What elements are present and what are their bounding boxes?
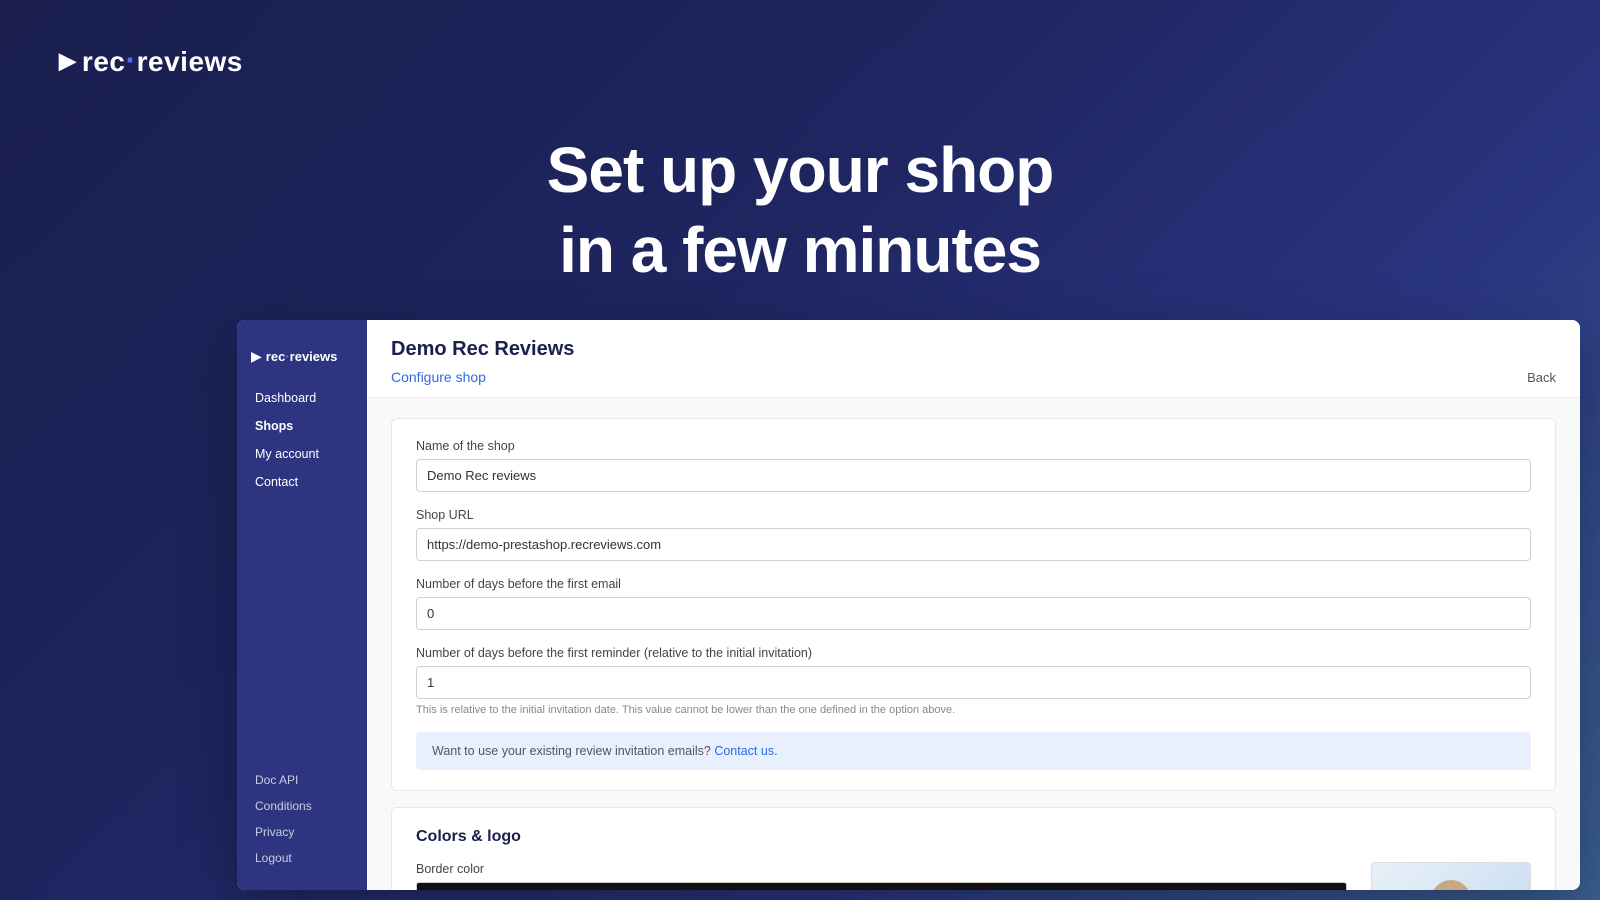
days-reminder-label: Number of days before the first reminder… [416, 646, 1531, 660]
name-input[interactable] [416, 459, 1531, 492]
info-banner: Want to use your existing review invitat… [416, 732, 1531, 770]
sidebar-item-dashboard[interactable]: Dashboard [251, 385, 353, 411]
hero-title: Set up your shop in a few minutes [0, 130, 1600, 290]
main-card: ▶ rec·reviews Dashboard Shops My account… [237, 320, 1580, 890]
border-color-swatch[interactable] [416, 882, 1347, 890]
form-area: Name of the shop Shop URL Number of days… [367, 398, 1580, 890]
sidebar-bottom-nav: Doc API Conditions Privacy Logout [237, 768, 367, 870]
days-first-email-input[interactable] [416, 597, 1531, 630]
shop-title: Demo Rec Reviews [391, 338, 1556, 361]
logo-text: rec·reviews [82, 44, 243, 78]
hero-heading: Set up your shop in a few minutes [0, 130, 1600, 290]
form-group-name: Name of the shop [416, 439, 1531, 492]
logo-dot: · [125, 42, 136, 78]
breadcrumb: Configure shop [391, 369, 486, 385]
sidebar-item-privacy[interactable]: Privacy [251, 820, 353, 844]
form-group-days-reminder: Number of days before the first reminder… [416, 646, 1531, 716]
main-content: Demo Rec Reviews Configure shop Back Nam… [367, 320, 1580, 890]
hero-line1: Set up your shop [547, 134, 1054, 206]
colors-section: Colors & logo Border color Logo URL [391, 807, 1556, 890]
logo-preview-box: 10.10.2023 - John D. [1371, 862, 1531, 890]
border-color-label: Border color [416, 862, 1347, 876]
days-reminder-hint: This is relative to the initial invitati… [416, 704, 1531, 716]
sidebar-logo: ▶ rec·reviews [237, 340, 367, 385]
name-label: Name of the shop [416, 439, 1531, 453]
sidebar-item-conditions[interactable]: Conditions [251, 794, 353, 818]
logo-play-icon: ▶ [59, 48, 76, 74]
sidebar-nav: Dashboard Shops My account Contact [237, 385, 367, 768]
sidebar-item-my-account[interactable]: My account [251, 441, 353, 467]
form-group-border-color: Border color [416, 862, 1347, 890]
colors-form: Border color Logo URL [416, 862, 1347, 890]
person-avatar [1411, 872, 1491, 890]
url-label: Shop URL [416, 508, 1531, 522]
banner-link[interactable]: Contact us. [714, 744, 777, 758]
sidebar-logo-play-icon: ▶ [251, 348, 262, 365]
sidebar-logo-rec: rec [266, 349, 286, 364]
colors-content: Border color Logo URL [416, 862, 1531, 890]
url-input[interactable] [416, 528, 1531, 561]
sidebar-logo-text: rec·reviews [266, 349, 338, 364]
form-section-main: Name of the shop Shop URL Number of days… [391, 418, 1556, 791]
sidebar-logo-reviews: reviews [290, 349, 338, 364]
top-logo: ▶ rec·reviews [59, 44, 243, 78]
content-header: Demo Rec Reviews Configure shop Back [367, 320, 1580, 398]
breadcrumb-row: Configure shop Back [391, 369, 1556, 397]
form-group-url: Shop URL [416, 508, 1531, 561]
colors-title: Colors & logo [416, 828, 1531, 846]
form-group-days-first-email: Number of days before the first email [416, 577, 1531, 630]
hero-line2: in a few minutes [559, 214, 1041, 286]
back-button[interactable]: Back [1527, 370, 1556, 385]
sidebar-item-contact[interactable]: Contact [251, 469, 353, 495]
sidebar-item-logout[interactable]: Logout [251, 846, 353, 870]
sidebar-item-shops[interactable]: Shops [251, 413, 353, 439]
sidebar-item-doc-api[interactable]: Doc API [251, 768, 353, 792]
logo-reviews: reviews [137, 46, 243, 77]
avatar-head [1431, 880, 1471, 890]
days-reminder-input[interactable] [416, 666, 1531, 699]
days-first-email-label: Number of days before the first email [416, 577, 1531, 591]
sidebar: ▶ rec·reviews Dashboard Shops My account… [237, 320, 367, 890]
preview-image: 10.10.2023 - John D. [1371, 862, 1531, 890]
logo-rec: rec [82, 46, 126, 77]
banner-text: Want to use your existing review invitat… [432, 744, 711, 758]
